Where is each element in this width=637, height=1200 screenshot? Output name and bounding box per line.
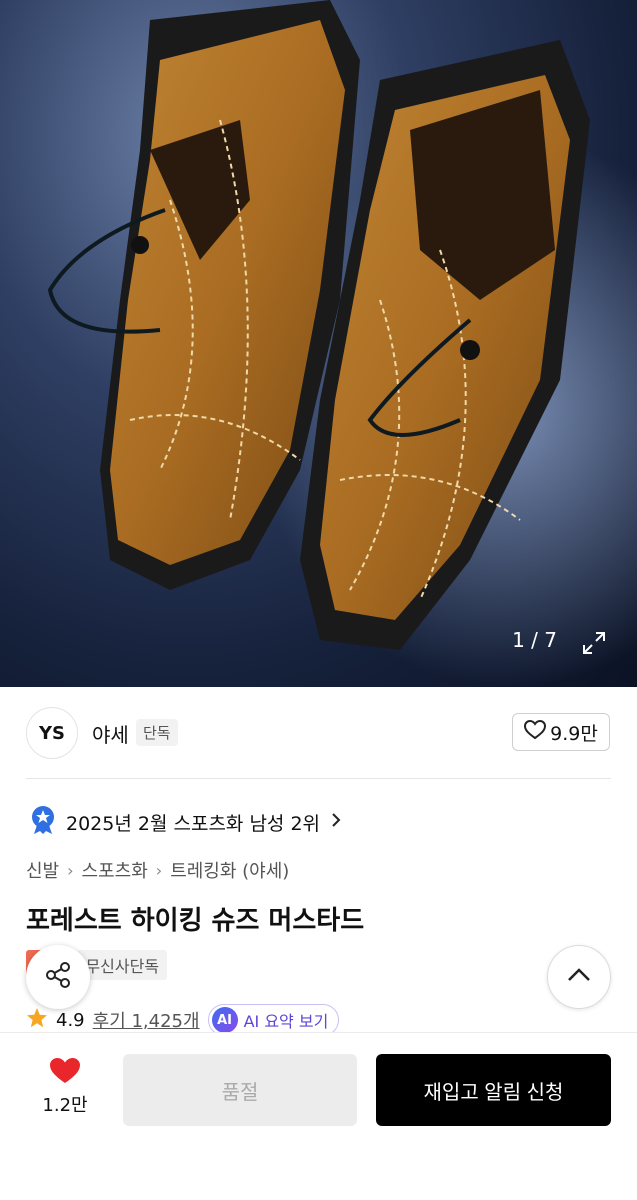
scroll-top-button[interactable]	[547, 945, 611, 1009]
exclusive-badge: 무신사단독	[77, 950, 168, 980]
ai-summary-label: AI 요약 보기	[243, 1012, 329, 1031]
rank-badge-icon	[30, 805, 56, 840]
chevron-right-icon: ›	[155, 860, 163, 880]
ranking-text: 2025년 2월 스포츠화 남성 2위	[66, 812, 321, 835]
review-count-link[interactable]: 후기 1,425개	[93, 1007, 200, 1033]
star-icon	[26, 1007, 48, 1034]
heart-outline-icon	[524, 719, 547, 745]
brand-like-button[interactable]: 9.9만	[512, 713, 610, 751]
brand-exclusive-tag: 단독	[136, 719, 178, 746]
brand-row: YS 야세 단독 9.9만	[0, 687, 637, 779]
brand-name[interactable]: 야세	[92, 719, 129, 748]
ai-icon: AI	[211, 1007, 238, 1033]
image-counter: 1 / 7	[512, 628, 557, 652]
restock-alert-button[interactable]: 재입고 알림 신청	[376, 1054, 611, 1126]
product-image-gallery[interactable]: 1 / 7	[0, 0, 637, 687]
divider	[26, 778, 611, 779]
brand-like-count: 9.9만	[550, 722, 598, 745]
breadcrumb-item[interactable]: 스포츠화	[82, 857, 148, 883]
wish-button[interactable]: 1.2만	[30, 1057, 100, 1117]
share-button[interactable]	[26, 945, 90, 1009]
product-title: 포레스트 하이킹 슈즈 머스타드	[26, 906, 365, 936]
breadcrumb: 신발 › 스포츠화 › 트레킹화 (야세)	[26, 857, 289, 883]
chevron-right-icon	[330, 811, 342, 833]
rating-value: 4.9	[56, 1009, 85, 1031]
brand-logo[interactable]: YS	[26, 707, 78, 759]
ranking-link[interactable]: 2025년 2월 스포츠화 남성 2위	[30, 805, 342, 839]
purchase-bar: 1.2만 품절 재입고 알림 신청	[0, 1032, 637, 1200]
share-icon	[43, 960, 73, 994]
chevron-up-icon	[566, 967, 592, 987]
wish-count: 1.2만	[42, 1095, 88, 1116]
product-photo	[0, 0, 637, 687]
heart-filled-icon	[49, 1058, 81, 1089]
soldout-button: 품절	[123, 1054, 357, 1126]
expand-icon[interactable]	[581, 630, 607, 656]
brand-logo-text: YS	[39, 722, 65, 744]
chevron-right-icon: ›	[67, 860, 74, 880]
breadcrumb-item[interactable]: 신발	[26, 857, 59, 883]
breadcrumb-item[interactable]: 트레킹화 (야세)	[170, 857, 289, 883]
